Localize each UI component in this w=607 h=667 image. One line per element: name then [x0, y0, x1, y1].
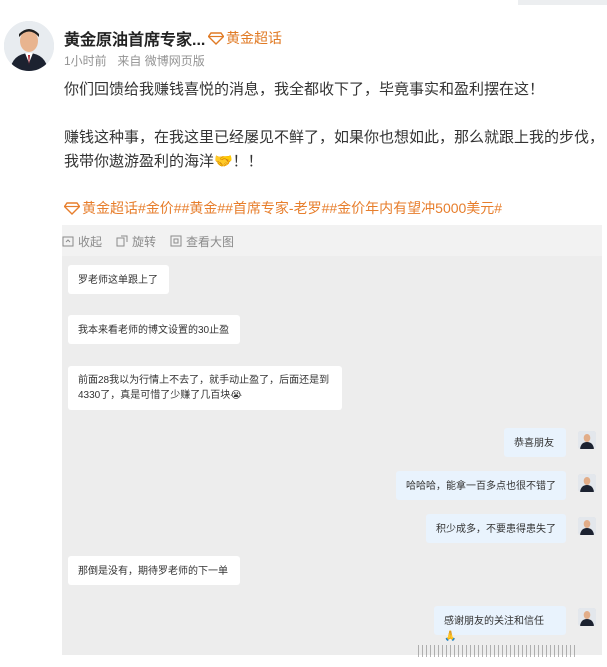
- super-topic-tag[interactable]: 黄金超话: [208, 28, 282, 48]
- avatar-portrait-icon: [578, 431, 596, 449]
- media-toolbar: 收起 旋转 查看大图: [62, 233, 234, 249]
- collapse-icon: [62, 236, 74, 247]
- post-source: 来自 微博网页版: [117, 54, 205, 68]
- view-large-button[interactable]: 查看大图: [170, 233, 234, 249]
- rotate-label: 旋转: [132, 234, 157, 249]
- avatar-portrait-icon: [578, 474, 596, 492]
- chat-avatar: [578, 431, 596, 449]
- chat-bubble-right: 积少成多，不要患得患失了: [426, 514, 566, 543]
- chat-message: 我本来看老师的博文设置的30止盈: [78, 325, 230, 336]
- topics-text[interactable]: 黄金超话#金价##黄金##首席专家-老罗##金价年内有望冲5000美元#: [82, 198, 502, 218]
- chat-message: 那倒是没有，期待罗老师的下一单: [78, 566, 228, 577]
- post-line-1: 你们回馈给我赚钱喜悦的消息，我全都收下了，毕竟事实和盈利摆在这！: [64, 81, 545, 98]
- chat-bubble-left: 我本来看老师的博文设置的30止盈: [68, 315, 240, 344]
- chat-message: 积少成多，不要患得患失了: [436, 524, 556, 535]
- chat-bubble-right: 恭喜朋友: [504, 428, 566, 457]
- chat-bubble-left: 罗老师这单跟上了: [68, 265, 169, 294]
- chat-bubble-right: 哈哈哈，能拿一百多点也很不错了: [396, 471, 566, 500]
- chat-bubble-right: 感谢朋友的关注和信任🙏: [434, 606, 566, 642]
- author-avatar[interactable]: [4, 21, 54, 71]
- collapse-label: 收起: [78, 234, 103, 249]
- chat-message: 罗老师这单跟上了: [78, 275, 158, 286]
- top-strip: [0, 0, 607, 6]
- author-name[interactable]: 黄金原油首席专家...: [64, 26, 205, 50]
- image-strip-indicator: [418, 645, 578, 657]
- chat-message: 前面28我以为行情上不去了，就手动止盈了，后面还是到: [78, 375, 330, 386]
- chat-message: 恭喜朋友: [514, 438, 554, 449]
- post-line-2: 赚钱这种事，在我这里已经屡见不鲜了，如果你也想如此，那么就跟上我的步伐，: [64, 129, 605, 146]
- chat-avatar: [578, 517, 596, 535]
- diamond-icon: [64, 201, 80, 215]
- post-time[interactable]: 1小时前: [64, 54, 107, 68]
- post-line-3: 我带你遨游盈利的海洋🤝！！: [64, 153, 263, 170]
- chat-screenshot[interactable]: 罗老师这单跟上了 我本来看老师的博文设置的30止盈 前面28我以为行情上不去了，…: [62, 256, 602, 655]
- post-meta: 1小时前 来自 微博网页版: [64, 52, 205, 69]
- chat-avatar: [578, 474, 596, 492]
- avatar-portrait-icon: [578, 517, 596, 535]
- chat-message: 哈哈哈，能拿一百多点也很不错了: [406, 481, 556, 492]
- view-large-icon: [170, 235, 182, 247]
- post-body: 你们回馈给我赚钱喜悦的消息，我全都收下了，毕竟事实和盈利摆在这！ 赚钱这种事，在…: [64, 78, 604, 174]
- avatar-portrait-icon: [578, 608, 596, 626]
- rotate-button[interactable]: 旋转: [116, 233, 156, 249]
- avatar-portrait-icon: [4, 21, 54, 71]
- chat-bubble-left: 前面28我以为行情上不去了，就手动止盈了，后面还是到 4330了，真是可惜了少赚…: [68, 366, 342, 410]
- diamond-icon: [208, 31, 224, 45]
- post-topics[interactable]: 黄金超话#金价##黄金##首席专家-老罗##金价年内有望冲5000美元#: [64, 198, 502, 218]
- top-scrollbar[interactable]: [518, 0, 607, 5]
- chat-message: 4330了，真是可惜了少赚了几百块😭: [78, 390, 242, 401]
- rotate-icon: [116, 235, 128, 247]
- collapse-button[interactable]: 收起: [62, 233, 102, 249]
- view-large-label: 查看大图: [186, 234, 235, 249]
- chat-bubble-left: 那倒是没有，期待罗老师的下一单: [68, 556, 240, 585]
- chat-message: 感谢朋友的关注和信任🙏: [444, 616, 544, 642]
- super-topic-label: 黄金超话: [226, 30, 282, 46]
- chat-avatar: [578, 608, 596, 626]
